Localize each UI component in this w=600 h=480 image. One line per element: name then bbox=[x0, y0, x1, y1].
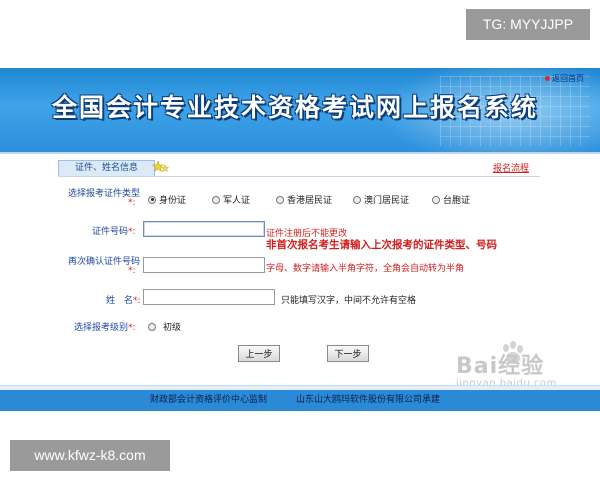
next-step-button[interactable]: 下一步 bbox=[327, 345, 369, 362]
radio-button[interactable] bbox=[212, 195, 220, 204]
name-label: 姓 名*: bbox=[106, 296, 141, 306]
footer-supervisor-text: 财政部会计资格评价中心监制 bbox=[150, 395, 268, 405]
watermark-top: TG: MYYJJPP bbox=[466, 9, 590, 40]
baidu-watermark: Bai经验 jingyan.baidu.com bbox=[456, 354, 557, 389]
name-input[interactable] bbox=[143, 289, 275, 305]
star-icon bbox=[152, 160, 170, 173]
radio-button[interactable] bbox=[432, 195, 440, 204]
header-separator bbox=[0, 152, 600, 154]
radio-button[interactable] bbox=[148, 195, 156, 204]
radio-macau-card[interactable]: 澳门居民证 bbox=[353, 193, 409, 206]
header-banner: 全国会计专业技术资格考试网上报名系统 返回首页 bbox=[0, 68, 600, 152]
radio-id-card[interactable]: 身份证 bbox=[148, 193, 186, 206]
id-number-input[interactable] bbox=[143, 221, 265, 237]
registration-flow-link[interactable]: 报名流程 bbox=[493, 161, 529, 174]
back-home-link[interactable]: 返回首页 bbox=[545, 73, 584, 84]
tab-id-name-info[interactable]: 证件、姓名信息 bbox=[58, 160, 155, 177]
confirm-id-note: 字母、数字请输入半角字符，全角会自动转为半角 bbox=[266, 264, 465, 274]
radio-button[interactable] bbox=[148, 322, 156, 331]
page-title: 全国会计专业技术资格考试网上报名系统 bbox=[52, 93, 539, 122]
confirm-id-input[interactable] bbox=[143, 257, 265, 273]
watermark-bottom: www.kfwz-k8.com bbox=[10, 440, 170, 471]
name-note: 只能填写汉字，中间不允许有空格 bbox=[281, 296, 417, 306]
id-type-required: *: bbox=[128, 198, 136, 208]
id-number-bold-note: 非首次报名考生请输入上次报考的证件类型、号码 bbox=[266, 239, 497, 251]
radio-taiwan-card[interactable]: 台胞证 bbox=[432, 193, 470, 206]
radio-level-junior[interactable]: 初级 bbox=[148, 320, 181, 333]
radio-military-card[interactable]: 军人证 bbox=[212, 193, 250, 206]
footer-builder-text: 山东山大鸥玛软件股份有限公司承建 bbox=[296, 395, 441, 405]
bullet-icon bbox=[545, 76, 550, 81]
radio-button[interactable] bbox=[353, 195, 361, 204]
back-home-label: 返回首页 bbox=[552, 74, 584, 83]
id-number-label: 证件号码*: bbox=[92, 227, 136, 237]
radio-hongkong-card[interactable]: 香港居民证 bbox=[276, 193, 332, 206]
radio-button[interactable] bbox=[276, 195, 284, 204]
confirm-id-required: *: bbox=[128, 266, 136, 276]
tab-divider bbox=[58, 176, 540, 177]
prev-step-button[interactable]: 上一步 bbox=[238, 345, 280, 362]
footer: 财政部会计资格评价中心监制 山东山大鸥玛软件股份有限公司承建 bbox=[0, 390, 600, 411]
level-label: 选择报考级别*: bbox=[74, 323, 136, 333]
